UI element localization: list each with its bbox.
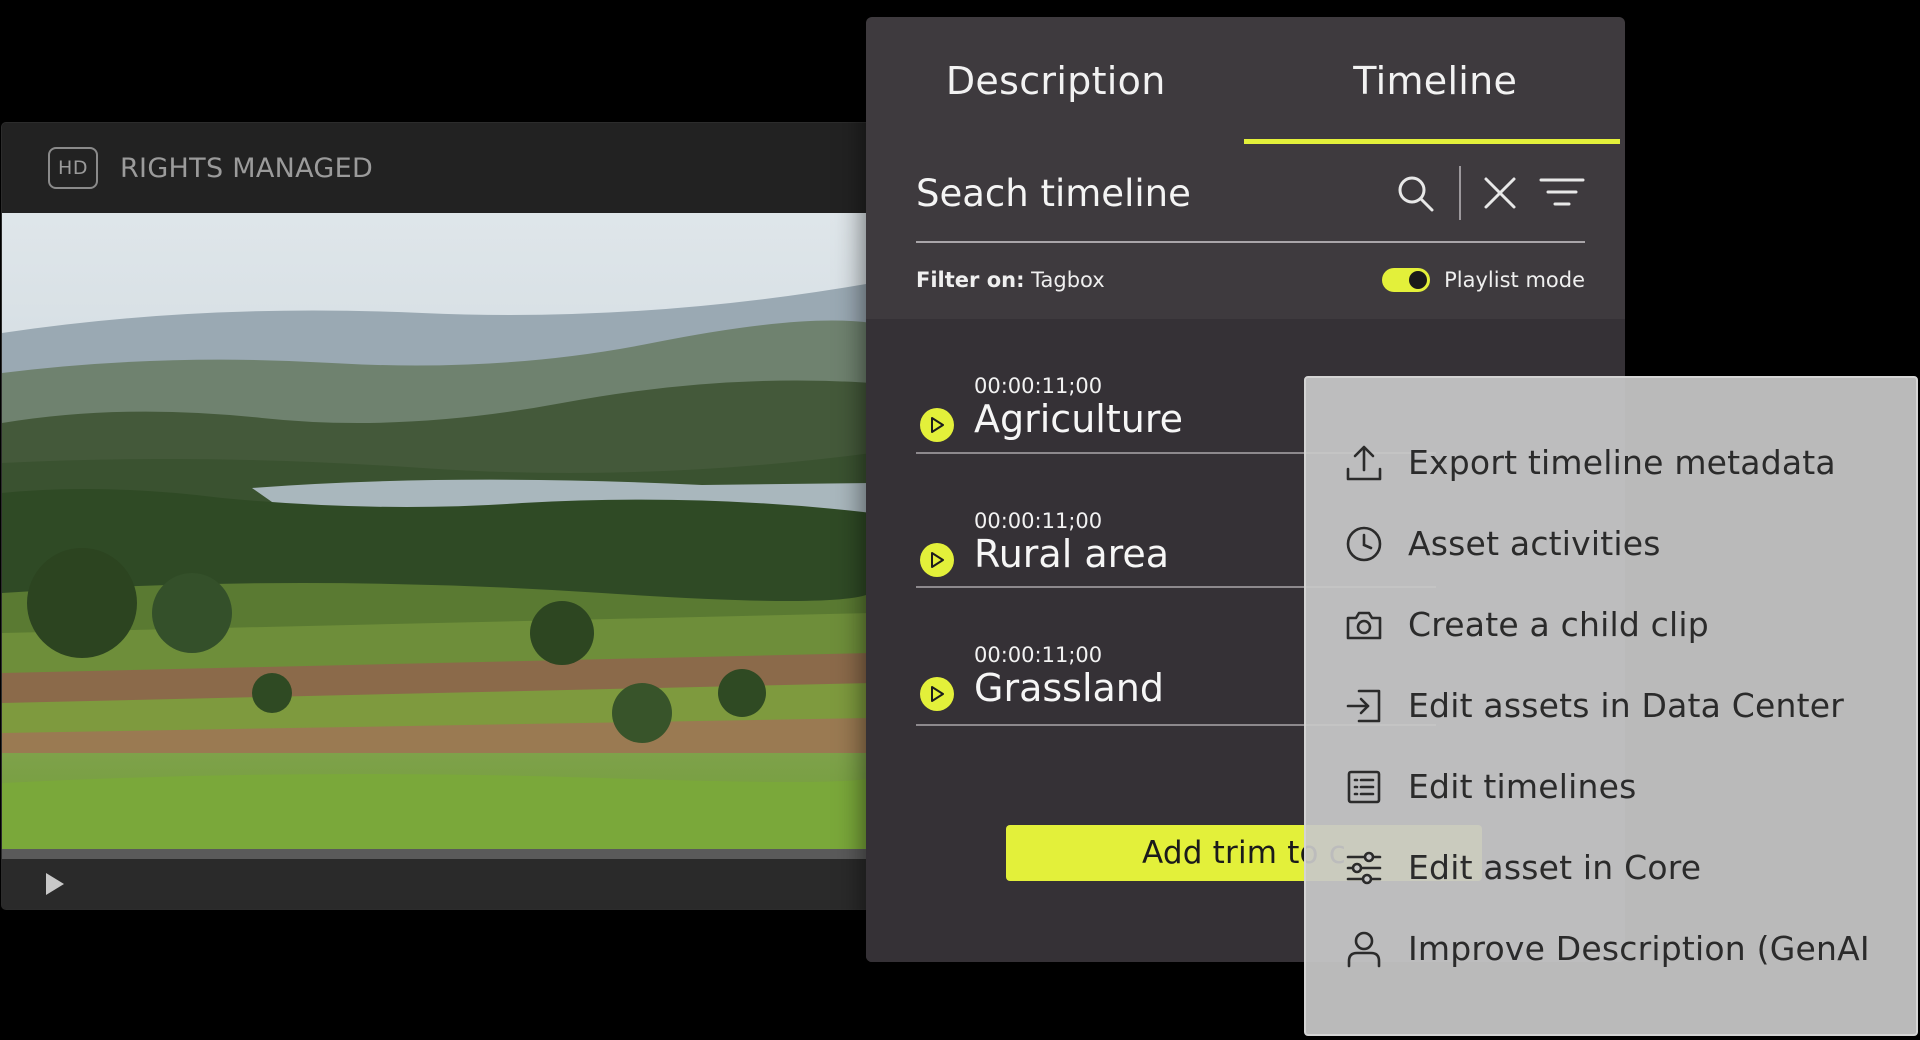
menu-item-label: Edit timelines bbox=[1408, 767, 1637, 806]
filter-value: Tagbox bbox=[1031, 268, 1105, 292]
player-header: HD RIGHTS MANAGED bbox=[2, 123, 872, 213]
entry-time: 00:00:11;00 bbox=[974, 374, 1103, 398]
play-circle-icon[interactable] bbox=[920, 408, 954, 442]
playlist-mode-control: Playlist mode bbox=[1382, 268, 1585, 292]
entry-time: 00:00:11;00 bbox=[974, 509, 1103, 533]
menu-item-label: Improve Description (GenAI bbox=[1408, 929, 1870, 968]
search-input[interactable] bbox=[916, 171, 1395, 215]
menu-item-label: Edit asset in Core bbox=[1408, 848, 1702, 887]
menu-item-export-timeline-metadata[interactable]: Export timeline metadata bbox=[1306, 422, 1916, 503]
active-tab-indicator bbox=[1244, 139, 1620, 144]
clock-icon bbox=[1344, 524, 1384, 564]
playlist-mode-label: Playlist mode bbox=[1444, 268, 1585, 292]
tab-timeline[interactable]: Timeline bbox=[1246, 17, 1626, 145]
filter-icon[interactable] bbox=[1539, 176, 1585, 210]
panel-tabs: Description Timeline bbox=[866, 17, 1625, 145]
entry-time: 00:00:11;00 bbox=[974, 643, 1103, 667]
search-row bbox=[916, 145, 1585, 243]
search-divider bbox=[1459, 166, 1461, 220]
filter-row: Filter on: Tagbox Playlist mode bbox=[916, 243, 1585, 317]
video-frame[interactable] bbox=[2, 213, 872, 849]
search-icon[interactable] bbox=[1395, 173, 1435, 213]
list-icon bbox=[1344, 767, 1384, 807]
export-icon bbox=[1344, 443, 1384, 483]
play-circle-icon[interactable] bbox=[920, 677, 954, 711]
menu-item-edit-asset-core[interactable]: Edit asset in Core bbox=[1306, 827, 1916, 908]
sliders-icon bbox=[1344, 848, 1384, 888]
rights-label: RIGHTS MANAGED bbox=[120, 152, 374, 184]
filter-label: Filter on: Tagbox bbox=[916, 268, 1105, 292]
entry-name: Agriculture bbox=[974, 397, 1183, 441]
close-icon[interactable] bbox=[1483, 176, 1517, 210]
play-circle-icon[interactable] bbox=[920, 543, 954, 577]
menu-item-label: Edit assets in Data Center bbox=[1408, 686, 1845, 725]
player-controls bbox=[2, 859, 872, 909]
app-stage: HD RIGHTS MANAGED Description Timeline S… bbox=[0, 0, 1920, 1040]
hd-badge: HD bbox=[48, 147, 98, 189]
progress-track[interactable] bbox=[2, 849, 872, 859]
menu-item-label: Asset activities bbox=[1408, 524, 1661, 563]
user-icon bbox=[1344, 929, 1384, 969]
sign-in-icon bbox=[1344, 686, 1384, 726]
menu-item-edit-timelines[interactable]: Edit timelines bbox=[1306, 746, 1916, 827]
menu-item-label: Export timeline metadata bbox=[1408, 443, 1836, 482]
menu-item-edit-assets-data-center[interactable]: Edit assets in Data Center bbox=[1306, 665, 1916, 746]
menu-item-create-child-clip[interactable]: Create a child clip bbox=[1306, 584, 1916, 665]
search-area: Filter on: Tagbox Playlist mode bbox=[866, 145, 1625, 317]
play-icon[interactable] bbox=[46, 873, 64, 895]
playlist-mode-toggle[interactable] bbox=[1382, 268, 1431, 292]
entry-name: Grassland bbox=[974, 666, 1164, 710]
tab-description[interactable]: Description bbox=[866, 17, 1246, 145]
landscape-image bbox=[2, 213, 872, 849]
filter-prefix: Filter on: bbox=[916, 268, 1025, 292]
menu-item-asset-activities[interactable]: Asset activities bbox=[1306, 503, 1916, 584]
context-menu: Export timeline metadata Asset activitie… bbox=[1304, 376, 1918, 1036]
entry-name: Rural area bbox=[974, 532, 1170, 576]
video-player: HD RIGHTS MANAGED bbox=[2, 123, 872, 909]
camera-icon bbox=[1344, 605, 1384, 645]
menu-item-label: Create a child clip bbox=[1408, 605, 1709, 644]
menu-item-improve-description[interactable]: Improve Description (GenAI bbox=[1306, 908, 1916, 989]
